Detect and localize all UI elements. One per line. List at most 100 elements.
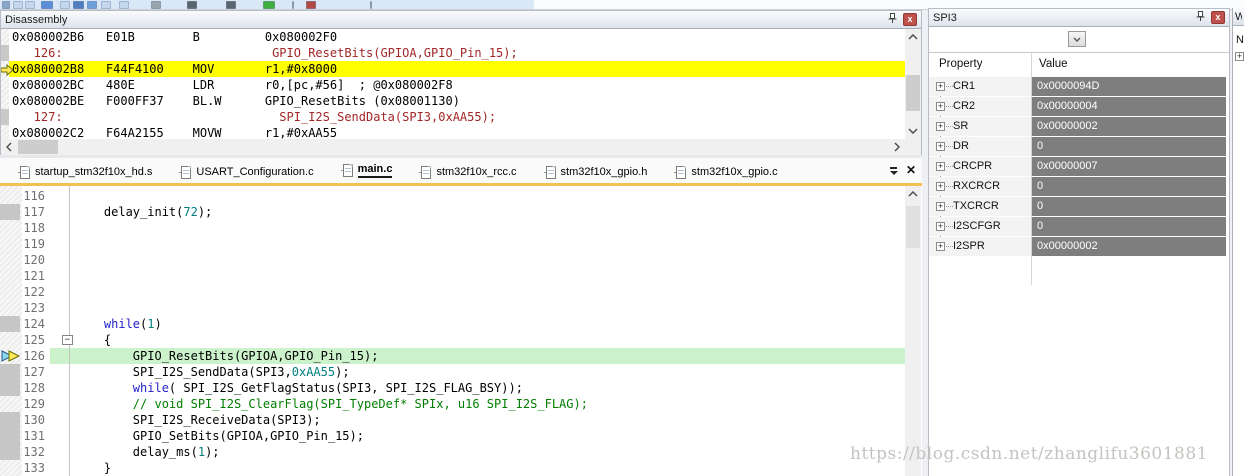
toolbar-icon[interactable] (306, 1, 316, 9)
pin-icon[interactable] (1196, 10, 1205, 25)
line-number[interactable]: 119 (22, 236, 48, 252)
editor-line[interactable]: 121 (0, 268, 905, 284)
scroll-left-icon[interactable] (1, 139, 17, 155)
editor-line[interactable]: 117 delay_init(72); (0, 204, 905, 220)
editor-margin[interactable] (0, 460, 22, 476)
line-number[interactable]: 123 (22, 300, 48, 316)
editor-line[interactable]: 118 (0, 220, 905, 236)
editor-margin[interactable] (0, 300, 22, 316)
register-value[interactable]: 0x0000094D (1032, 77, 1226, 96)
expand-icon[interactable]: + (936, 162, 953, 171)
editor-margin[interactable] (0, 220, 22, 236)
toolbar-icon[interactable] (73, 1, 84, 9)
editor-margin[interactable] (0, 396, 22, 412)
register-value[interactable]: 0 (1032, 177, 1226, 196)
line-number[interactable]: 120 (22, 252, 48, 268)
tab-stm32f10x_gpio.c[interactable]: stm32f10x_gpio.c (663, 163, 790, 183)
expand-icon[interactable]: + (1235, 52, 1244, 61)
expand-icon[interactable]: + (936, 82, 953, 91)
line-number[interactable]: 116 (22, 188, 48, 204)
editor-line[interactable]: 126 GPIO_ResetBits(GPIOA,GPIO_Pin_15); (0, 348, 905, 364)
toolbar-icon[interactable] (151, 1, 161, 9)
scroll-right-icon[interactable] (889, 139, 905, 155)
tab-main.c[interactable]: main.c (330, 159, 406, 183)
toolbar-icon[interactable] (60, 1, 70, 9)
editor-line[interactable]: 127 SPI_I2S_SendData(SPI3,0xAA55); (0, 364, 905, 380)
line-number[interactable]: 117 (22, 204, 48, 220)
disassembly-horizontal-scrollbar[interactable] (1, 139, 921, 155)
toolbar-icon[interactable] (263, 1, 275, 9)
editor-line[interactable]: 120 (0, 252, 905, 268)
toolbar-icon[interactable] (292, 1, 294, 9)
register-value[interactable]: 0x00000002 (1032, 237, 1226, 256)
editor-margin[interactable] (0, 252, 22, 268)
disassembly-vertical-scrollbar[interactable] (905, 29, 921, 139)
toolbar-icon[interactable] (370, 1, 372, 9)
fold-collapse-icon[interactable]: − (62, 335, 73, 345)
scrollbar-thumb[interactable] (18, 140, 58, 154)
line-number[interactable]: 126 (22, 348, 48, 364)
disassembly-row[interactable]: 0x080002BE F000FF37 BL.W GPIO_ResetBits … (1, 93, 921, 109)
editor-line[interactable]: 119 (0, 236, 905, 252)
toolbar-icon[interactable] (13, 1, 23, 9)
line-number[interactable]: 124 (22, 316, 48, 332)
disassembly-row[interactable]: 127: SPI_I2S_SendData(SPI3,0xAA55); (1, 109, 921, 125)
expand-icon[interactable]: + (936, 142, 953, 151)
editor-margin[interactable] (0, 348, 22, 364)
editor-margin[interactable] (0, 268, 22, 284)
register-row[interactable]: + I2SPR 0x00000002 (929, 237, 1229, 257)
disassembly-row[interactable]: 0x080002C2 F64A2155 MOVW r1,#0xAA55 (1, 125, 921, 139)
editor-margin[interactable] (0, 380, 22, 396)
line-number[interactable]: 125 (22, 332, 48, 348)
expand-icon[interactable]: + (936, 242, 953, 251)
scroll-down-icon[interactable] (905, 123, 921, 139)
register-value[interactable]: 0x00000007 (1032, 157, 1226, 176)
expand-icon[interactable]: + (936, 182, 953, 191)
expand-icon[interactable]: + (936, 122, 953, 131)
editor-line[interactable]: 129 // void SPI_I2S_ClearFlag(SPI_TypeDe… (0, 396, 905, 412)
line-number[interactable]: 131 (22, 428, 48, 444)
register-row[interactable]: + CR2 0x00000004 (929, 97, 1229, 117)
register-row[interactable]: + DR 0 (929, 137, 1229, 157)
register-value[interactable]: 0 (1032, 137, 1226, 156)
register-row[interactable]: + SR 0x00000002 (929, 117, 1229, 137)
expand-icon[interactable]: + (936, 202, 953, 211)
editor-line[interactable]: 131 GPIO_SetBits(GPIOA,GPIO_Pin_15); (0, 428, 905, 444)
editor-line[interactable]: 128 while( SPI_I2S_GetFlagStatus(SPI3, S… (0, 380, 905, 396)
editor-margin[interactable] (0, 444, 22, 460)
editor-margin[interactable] (0, 284, 22, 300)
register-value[interactable]: 0 (1032, 197, 1226, 216)
toolbar-icon[interactable] (41, 1, 53, 9)
editor-line[interactable]: 125 − { (0, 332, 905, 348)
line-number[interactable]: 128 (22, 380, 48, 396)
editor-margin[interactable] (0, 332, 22, 348)
editor-line[interactable]: 122 (0, 284, 905, 300)
register-row[interactable]: + RXCRCR 0 (929, 177, 1229, 197)
disassembly-row[interactable]: 0x080002B6 E01B B 0x080002F0 (1, 29, 921, 45)
disassembly-row[interactable]: 126: GPIO_ResetBits(GPIOA,GPIO_Pin_15); (1, 45, 921, 61)
toolbar-icon[interactable] (187, 1, 197, 9)
tab-stm32f10x_gpio.h[interactable]: stm32f10x_gpio.h (533, 163, 661, 183)
scrollbar-thumb[interactable] (906, 206, 920, 248)
line-number[interactable]: 127 (22, 364, 48, 380)
register-value[interactable]: 0x00000002 (1032, 117, 1226, 136)
close-document-icon[interactable]: ✕ (906, 163, 916, 177)
toolbar-icon[interactable] (87, 1, 97, 9)
register-group-dropdown[interactable] (1068, 31, 1086, 47)
toolbar-icon[interactable] (25, 1, 35, 9)
editor-margin[interactable] (0, 204, 22, 220)
register-row[interactable]: + I2SCFGR 0 (929, 217, 1229, 237)
scrollbar-thumb[interactable] (906, 75, 920, 111)
editor-margin[interactable] (0, 236, 22, 252)
line-number[interactable]: 133 (22, 460, 48, 476)
close-icon[interactable]: x (903, 13, 917, 26)
editor-line[interactable]: 124 while(1) (0, 316, 905, 332)
editor-margin[interactable] (0, 412, 22, 428)
line-number[interactable]: 121 (22, 268, 48, 284)
toolbar-icon[interactable] (101, 1, 111, 9)
editor-margin[interactable] (0, 316, 22, 332)
editor-margin[interactable] (0, 428, 22, 444)
disassembly-row[interactable]: 0x080002BC 480E LDR r0,[pc,#56] ; @0x080… (1, 77, 921, 93)
scroll-up-icon[interactable] (905, 186, 921, 202)
pin-icon[interactable] (888, 12, 897, 27)
